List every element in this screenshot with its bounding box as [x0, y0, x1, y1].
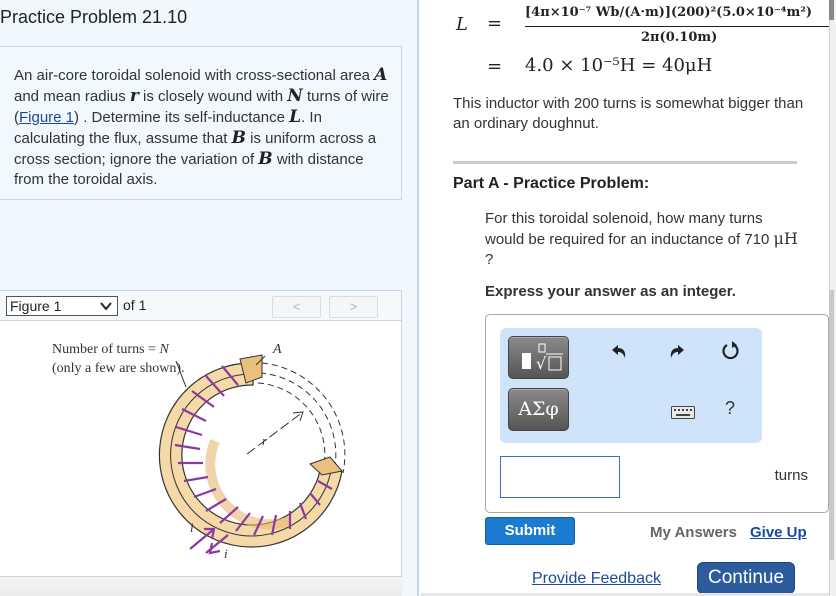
scrollbar-top[interactable] — [829, 0, 834, 20]
solution-note: This inductor with 200 turns is somewhat… — [453, 95, 804, 132]
svg-text:√: √ — [536, 354, 547, 373]
problem-panel: Practice Problem 21.10 An air-core toroi… — [0, 0, 419, 596]
greek-symbols-button[interactable]: ΑΣφ — [508, 388, 569, 431]
figure-footer — [0, 577, 402, 596]
my-answers-button[interactable]: My Answers — [650, 524, 737, 541]
fraction-root-template-icon: √ — [522, 343, 563, 373]
continue-button[interactable]: Continue — [697, 562, 795, 594]
problem-statement-box: An air-core toroidal solenoid with cross… — [0, 46, 402, 200]
answer-area: √ ΑΣφ ? turns — [485, 314, 829, 513]
provide-feedback-link[interactable]: Provide Feedback — [532, 570, 661, 588]
figure-count: of 1 — [123, 297, 147, 313]
next-figure-button[interactable]: > — [329, 296, 378, 318]
question-text: For this toroidal solenoid, how many tur… — [485, 210, 798, 268]
label-i-in: i — [190, 520, 194, 535]
answer-input[interactable] — [500, 456, 620, 498]
math-L: L — [289, 107, 302, 127]
answer-instruction: Express your answer as an integer. — [485, 283, 736, 300]
math-unit: μH — [773, 229, 798, 248]
keyboard-icon[interactable] — [671, 402, 695, 425]
previous-figure-button[interactable]: < — [272, 296, 321, 318]
label-i-out: i — [224, 546, 228, 561]
answer-unit: turns — [774, 467, 808, 484]
equation-numerator: [4π×10⁻⁷ Wb/(A·m)](200)²(5.0×10⁻⁴m²) — [525, 5, 813, 20]
section-divider — [453, 161, 797, 164]
give-up-link[interactable]: Give Up — [750, 524, 807, 541]
math-A: A — [374, 65, 388, 85]
reset-icon[interactable] — [721, 340, 741, 368]
page-title: Practice Problem 21.10 — [0, 7, 188, 27]
equation-result: 4.0 × 10⁻⁵H = 40μH — [525, 55, 713, 76]
label-r: r — [262, 433, 268, 448]
scrollbar-thumb[interactable] — [829, 290, 834, 560]
figure-viewer: Number of turns = N (only a few are show… — [0, 321, 402, 577]
math-N: N — [287, 86, 303, 106]
math-r: r — [129, 86, 139, 106]
templates-button[interactable]: √ — [508, 336, 569, 379]
figure-1-link[interactable]: Figure 1 — [19, 109, 74, 126]
equation-denominator: 2π(0.10m) — [641, 30, 718, 45]
problem-statement: An air-core toroidal solenoid with cross… — [14, 65, 389, 188]
help-button[interactable]: ? — [725, 398, 735, 419]
submit-button[interactable]: Submit — [485, 517, 575, 545]
equation-lhs: L — [456, 14, 468, 35]
figure-select[interactable]: Figure 1 — [6, 296, 118, 316]
label-A: A — [272, 342, 282, 357]
math-B: B — [258, 149, 273, 169]
fraction-bar — [525, 26, 830, 27]
toroid-figure: r A i i — [158, 342, 346, 561]
math-B: B — [231, 128, 246, 148]
chevron-down-icon — [100, 302, 112, 311]
figure-toolbar: Figure 1 of 1 < > — [0, 290, 402, 321]
question-panel: L = [4π×10⁻⁷ Wb/(A·m)](200)²(5.0×10⁻⁴m²)… — [421, 0, 830, 596]
redo-icon[interactable] — [668, 343, 686, 367]
part-title: Part A - Practice Problem: — [453, 175, 650, 192]
undo-icon[interactable] — [610, 343, 628, 367]
equation-equals: = — [487, 13, 503, 34]
math-toolbar: √ ΑΣφ ? — [500, 328, 762, 443]
equation-equals: = — [487, 56, 503, 77]
